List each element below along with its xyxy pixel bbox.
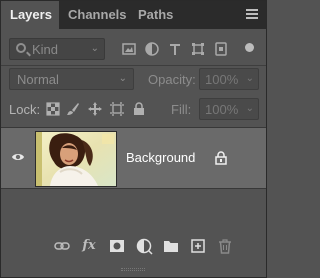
bottom-toolbar: fx <box>1 237 266 257</box>
lock-transparent-pixels-icon[interactable] <box>45 101 61 117</box>
lock-row: Lock: Fill: 100% ⌄ <box>1 98 266 120</box>
shape-layer-filter-icon[interactable] <box>190 41 206 57</box>
new-group-icon[interactable] <box>162 237 180 255</box>
lock-image-pixels-icon[interactable] <box>65 101 81 117</box>
filter-type-dropdown[interactable]: Kind ⌄ <box>9 38 105 60</box>
blend-mode-value: Normal <box>17 72 59 87</box>
link-layers-icon[interactable] <box>53 237 71 255</box>
search-icon <box>16 43 26 53</box>
chevron-down-icon: ⌄ <box>245 103 254 114</box>
lock-icon <box>215 151 227 165</box>
adjustment-layer-filter-icon[interactable] <box>144 41 160 57</box>
layer-row-background[interactable]: Background <box>1 127 266 189</box>
layer-name[interactable]: Background <box>126 150 195 165</box>
tab-paths[interactable]: Paths <box>138 1 173 29</box>
opacity-field[interactable]: 100% ⌄ <box>199 68 259 90</box>
fill-field[interactable]: 100% ⌄ <box>199 98 259 120</box>
fill-label: Fill: <box>171 102 192 117</box>
lock-position-icon[interactable] <box>87 101 103 117</box>
blend-row: Normal ⌄ Opacity: 100% ⌄ <box>1 68 266 90</box>
fill-value: 100% <box>205 102 239 117</box>
filter-toggle-icon[interactable] <box>245 43 254 52</box>
chevron-down-icon: ⌄ <box>245 73 254 84</box>
layer-thumbnail <box>35 131 117 187</box>
add-layer-style-icon[interactable]: fx <box>80 237 98 255</box>
panel-tab-bar: Layers Channels Paths <box>1 1 266 29</box>
new-adjustment-layer-icon[interactable] <box>135 237 153 255</box>
layer-thumbnail-image <box>36 132 116 186</box>
eye-icon[interactable] <box>11 150 25 164</box>
delete-layer-icon[interactable] <box>216 237 234 255</box>
add-layer-mask-icon[interactable] <box>108 237 126 255</box>
lock-artboard-icon[interactable] <box>109 101 125 117</box>
opacity-value: 100% <box>205 72 239 87</box>
new-layer-icon[interactable] <box>189 237 207 255</box>
lock-label: Lock: <box>9 102 41 117</box>
opacity-label: Opacity: <box>148 72 196 87</box>
blend-mode-dropdown[interactable]: Normal ⌄ <box>9 68 134 90</box>
layers-panel: Layers Channels Paths Kind ⌄ Normal ⌄ Op… <box>0 0 267 278</box>
chevron-down-icon: ⌄ <box>90 43 99 54</box>
tab-layers[interactable]: Layers <box>1 1 59 29</box>
layer-filter-row: Kind ⌄ <box>1 38 266 60</box>
filter-type-label: Kind <box>32 42 59 57</box>
type-layer-filter-icon[interactable] <box>167 41 183 57</box>
tab-channels[interactable]: Channels <box>68 1 127 29</box>
lock-all-icon[interactable] <box>131 101 147 117</box>
chevron-down-icon: ⌄ <box>118 73 127 84</box>
divider <box>1 65 266 66</box>
panel-resize-grip[interactable] <box>1 263 266 277</box>
smart-object-filter-icon[interactable] <box>213 41 229 57</box>
panel-menu-icon[interactable] <box>246 9 258 19</box>
pixel-layer-filter-icon[interactable] <box>121 41 137 57</box>
